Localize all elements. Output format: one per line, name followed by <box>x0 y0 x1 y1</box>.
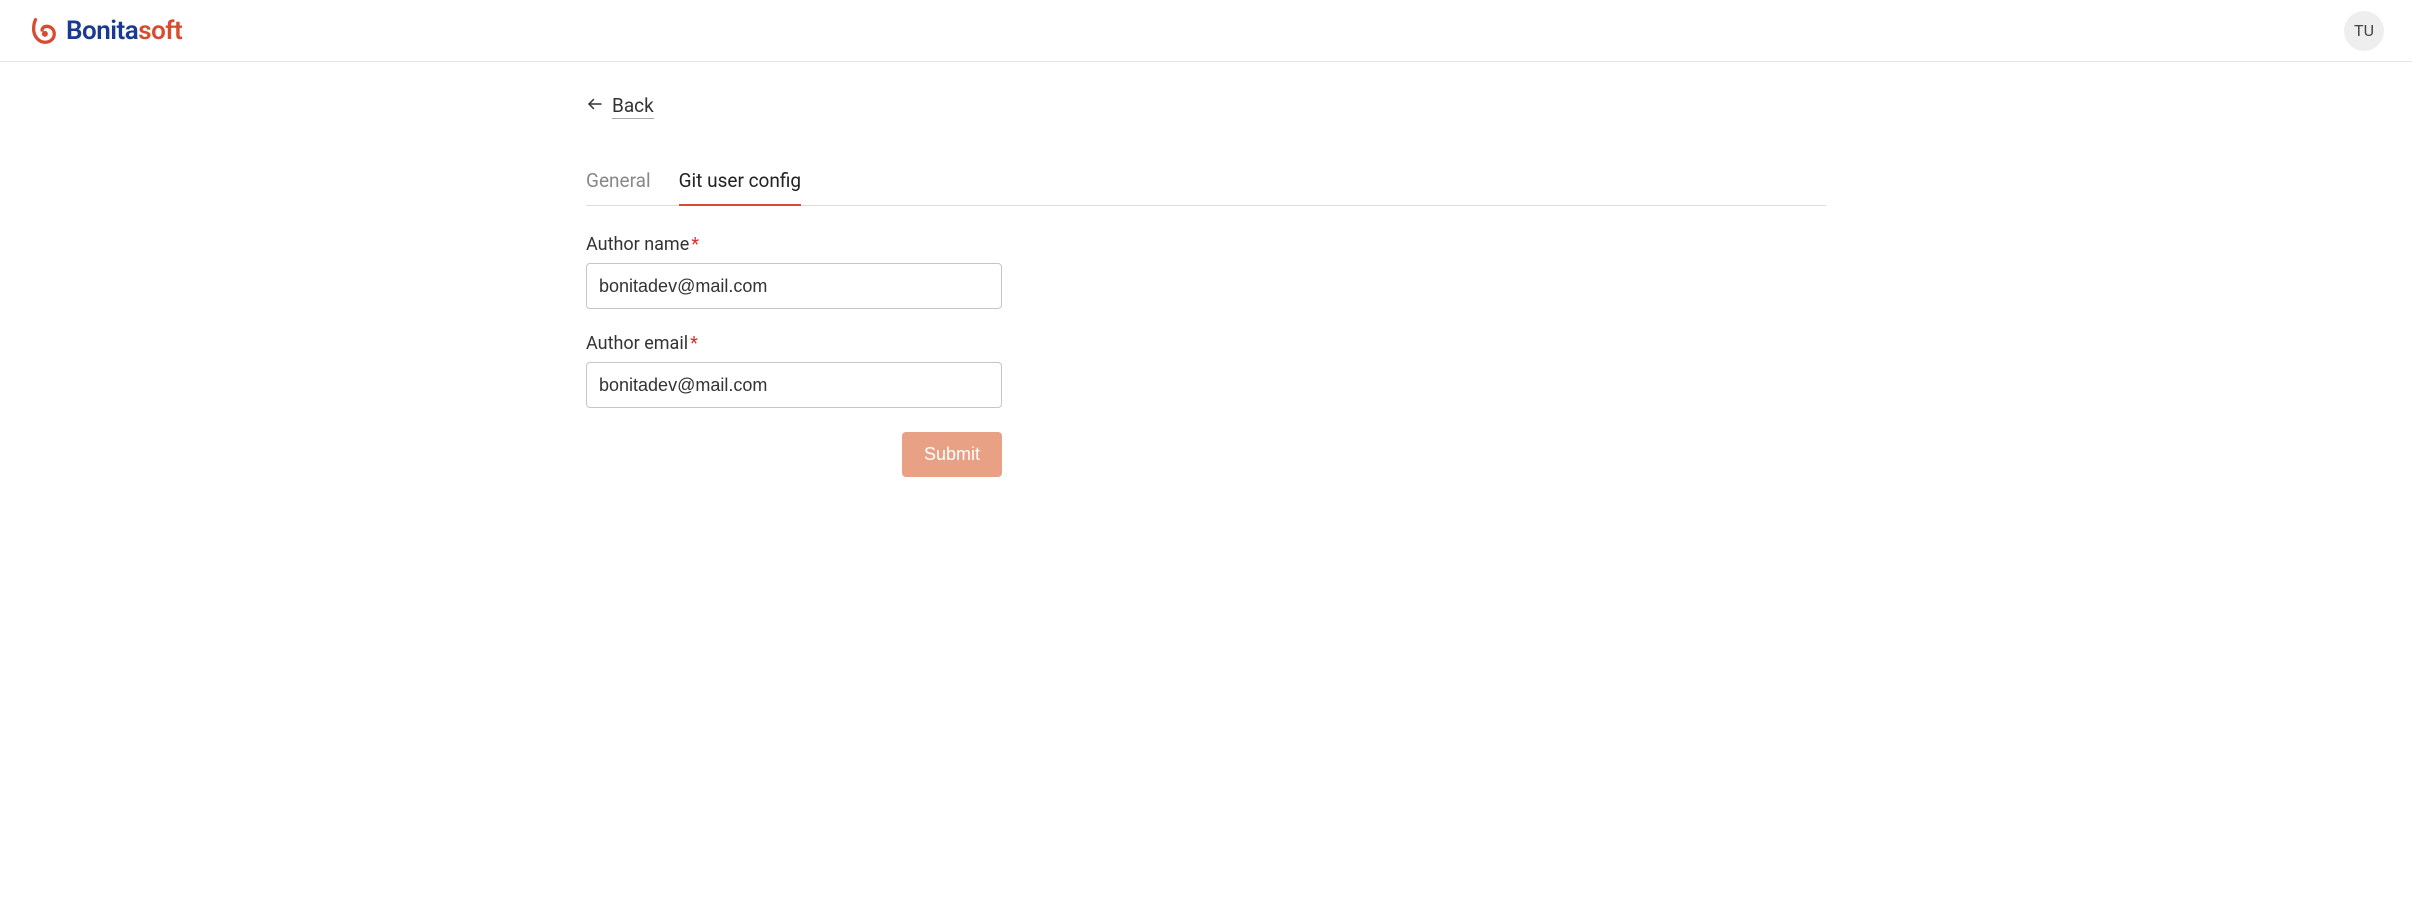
avatar-initials: TU <box>2354 21 2374 40</box>
back-link[interactable]: Back <box>586 94 654 119</box>
author-email-label-text: Author email <box>586 333 688 354</box>
tabs: General Git user config <box>586 159 1826 206</box>
submit-row: Submit <box>586 432 1002 477</box>
main-container: Back General Git user config Author name… <box>586 62 1826 477</box>
submit-button[interactable]: Submit <box>902 432 1002 477</box>
tab-general[interactable]: General <box>586 159 651 206</box>
tab-git-user-config[interactable]: Git user config <box>679 159 801 206</box>
logo-icon <box>28 16 58 46</box>
back-label: Back <box>612 94 654 119</box>
arrow-left-icon <box>586 95 604 118</box>
author-email-input[interactable] <box>586 362 1002 408</box>
required-mark: * <box>690 333 698 354</box>
logo-word-bonita: Bonita <box>66 16 138 46</box>
app-header: Bonitasoft TU <box>0 0 2412 62</box>
required-mark: * <box>691 234 699 255</box>
author-name-group: Author name* <box>586 234 1826 309</box>
author-name-label-text: Author name <box>586 234 689 255</box>
logo[interactable]: Bonitasoft <box>28 16 182 46</box>
logo-word-soft: soft <box>138 16 182 46</box>
user-avatar[interactable]: TU <box>2344 11 2384 51</box>
author-name-label: Author name* <box>586 234 1826 255</box>
author-email-label: Author email* <box>586 333 1826 354</box>
logo-text: Bonitasoft <box>66 16 182 46</box>
author-name-input[interactable] <box>586 263 1002 309</box>
author-email-group: Author email* <box>586 333 1826 408</box>
